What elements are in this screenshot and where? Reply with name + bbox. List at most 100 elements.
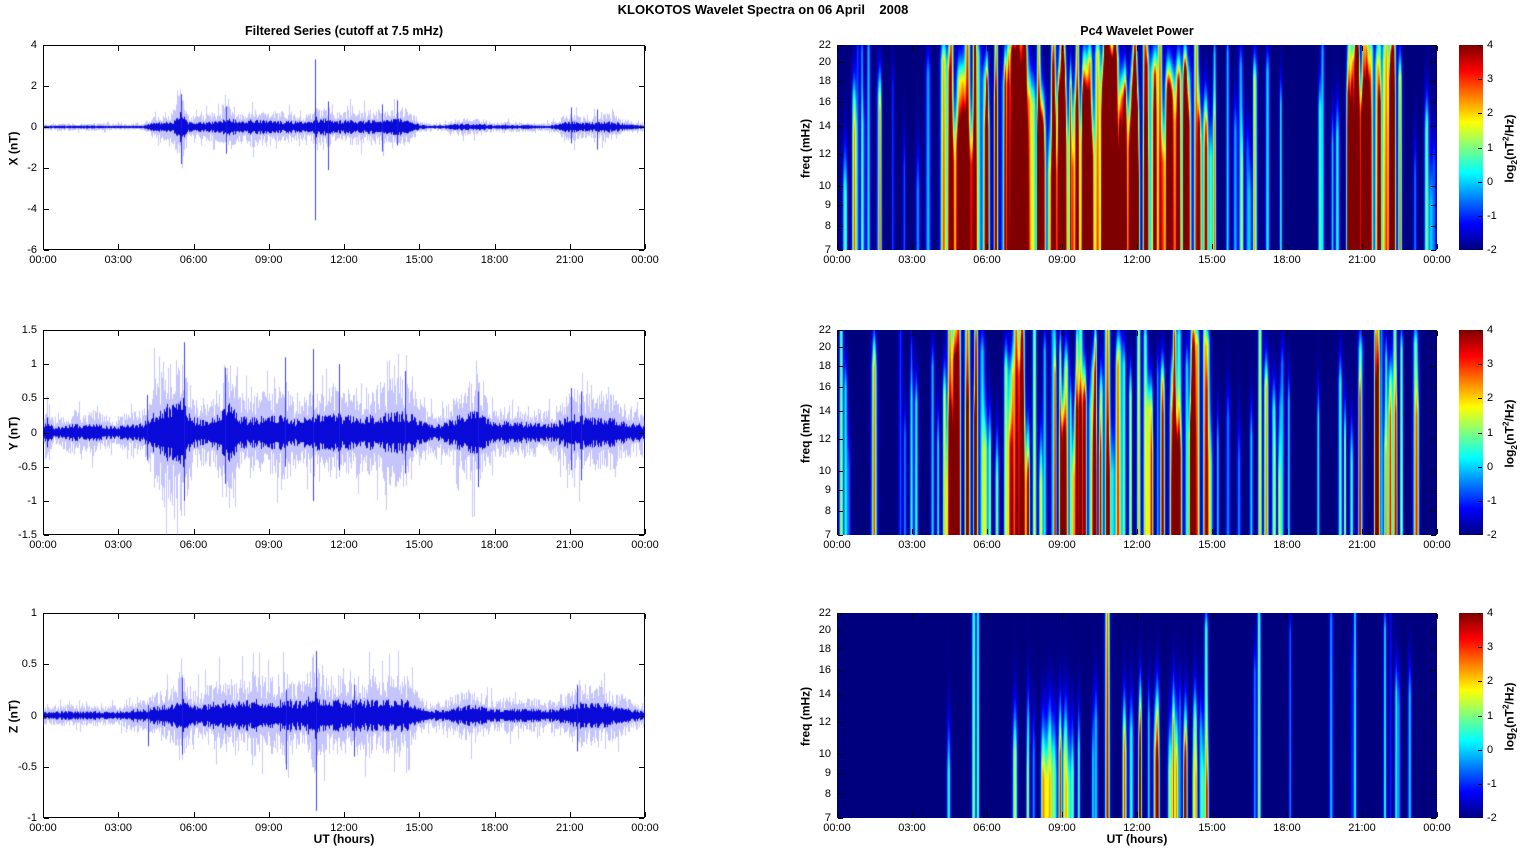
y-tick-mark: [44, 535, 49, 536]
x-tick-mark: [1362, 614, 1363, 619]
x-tick-mark: [419, 46, 420, 51]
colorbar-tick-mark: [1478, 364, 1482, 365]
y-tick-mark: [1431, 773, 1436, 774]
y-tick-mark: [838, 754, 843, 755]
y-tick-mark: [1431, 754, 1436, 755]
x-tick-mark: [118, 812, 119, 817]
x-tick-mark: [837, 46, 838, 51]
x-tick-mark: [495, 614, 496, 619]
x-tick-label: 21:00: [555, 254, 584, 266]
x-tick-mark: [194, 529, 195, 534]
y-tick-mark: [1431, 490, 1436, 491]
x-tick-mark: [1212, 614, 1213, 619]
x-tick-mark: [912, 244, 913, 249]
x-tick-label: 12:00: [330, 539, 358, 551]
colorbar-tick-label: 1: [1487, 141, 1494, 154]
x-tick-mark: [43, 331, 44, 336]
colorbar-tick-mark: [1478, 501, 1482, 502]
colorbar-tick-mark: [1478, 613, 1482, 614]
x-tick-label: 09:00: [1048, 254, 1076, 266]
y-tick-mark: [838, 694, 843, 695]
x-tick-label: 03:00: [898, 539, 926, 551]
colorbar-tick-mark: [1478, 398, 1482, 399]
x-tick-mark: [1362, 244, 1363, 249]
x-tick-mark: [419, 529, 420, 534]
x-tick-mark: [1212, 244, 1213, 249]
timeseries-canvas-z: [43, 613, 645, 818]
y-tick-mark: [639, 501, 644, 502]
colorbar-label-part: /Hz): [1502, 681, 1517, 704]
y-tick-mark: [639, 535, 644, 536]
x-tick-label: 09:00: [254, 254, 283, 266]
timeseries-ylabel-y: Y (nT): [6, 416, 21, 450]
timeseries-canvas-x: [43, 45, 645, 250]
y-tick-mark: [1431, 250, 1436, 251]
x-tick-mark: [1437, 244, 1438, 249]
colorbar-label-part: /Hz): [1502, 113, 1517, 136]
freq-tick-label: 8: [824, 788, 831, 801]
y-tick-mark: [1431, 411, 1436, 412]
colorbar-tick-mark: [1478, 148, 1482, 149]
x-tick-label: 06:00: [973, 539, 1001, 551]
spectrogram-panel-x: [837, 45, 1438, 251]
x-tick-label: 12:00: [1123, 254, 1151, 266]
colorbar-tick-mark: [1478, 534, 1482, 535]
y-tick-mark: [44, 467, 49, 468]
x-tick-mark: [495, 812, 496, 817]
x-tick-mark: [419, 331, 420, 336]
y-tick-mark: [44, 168, 49, 169]
y-tick-mark: [1431, 45, 1436, 46]
spectrogram-canvas-z: [837, 613, 1437, 818]
x-tick-mark: [1437, 529, 1438, 534]
y-tick-mark: [1431, 818, 1436, 819]
colorbar-tick-label: 3: [1487, 358, 1494, 371]
colorbar-label: log2(nT2/Hz): [1499, 646, 1519, 786]
colorbar-tick-label: 3: [1487, 641, 1494, 654]
x-tick-mark: [987, 614, 988, 619]
x-tick-mark: [43, 46, 44, 51]
colorbar-tick-mark: [1478, 817, 1482, 818]
y-tick-mark: [1431, 694, 1436, 695]
freq-tick-label: 22: [818, 39, 831, 51]
y-tick-mark: [639, 613, 644, 614]
colorbar-tick-label: 1: [1487, 426, 1494, 439]
x-tick-label: 03:00: [104, 539, 133, 551]
colorbar-tick-label: -2: [1487, 812, 1497, 824]
colorbar-tick-mark: [1478, 182, 1482, 183]
colorbar-tick-mark: [1478, 750, 1482, 751]
x-tick-mark: [1437, 46, 1438, 51]
y-tick-mark: [1431, 330, 1436, 331]
x-tick-label: 00:00: [1423, 254, 1451, 266]
colorbar-tick-label: 1: [1487, 709, 1494, 722]
colorbar-tick-label: 0: [1487, 743, 1494, 756]
colorbar-tick-mark: [1478, 784, 1482, 785]
colorbar-tick-label: 2: [1487, 392, 1494, 405]
y-tick-mark: [838, 630, 843, 631]
freq-tick-label: 20: [818, 56, 831, 69]
x-tick-mark: [1062, 614, 1063, 619]
y-tick-mark: [1431, 102, 1436, 103]
x-tick-mark: [570, 812, 571, 817]
x-tick-label: 15:00: [1198, 254, 1226, 266]
y-tick-mark: [838, 511, 843, 512]
x-tick-mark: [344, 46, 345, 51]
colorbar-tick-mark: [1478, 330, 1482, 331]
x-tick-mark: [1212, 529, 1213, 534]
x-tick-mark: [1212, 46, 1213, 51]
freq-tick-label: 22: [818, 324, 831, 336]
y-tick-mark: [44, 664, 49, 665]
colorbar-tick-mark: [1478, 647, 1482, 648]
x-tick-label: 09:00: [1048, 539, 1076, 551]
y-tick-mark: [1431, 226, 1436, 227]
x-tick-mark: [1437, 331, 1438, 336]
colorbar-tick-label: 0: [1487, 175, 1494, 188]
x-tick-mark: [419, 244, 420, 249]
x-tick-mark: [1137, 812, 1138, 817]
x-tick-mark: [912, 46, 913, 51]
y-tick-mark: [838, 81, 843, 82]
x-tick-mark: [570, 614, 571, 619]
y-tick-mark: [838, 126, 843, 127]
y-tick-mark: [44, 250, 49, 251]
x-tick-mark: [344, 244, 345, 249]
y-tick-mark: [838, 205, 843, 206]
